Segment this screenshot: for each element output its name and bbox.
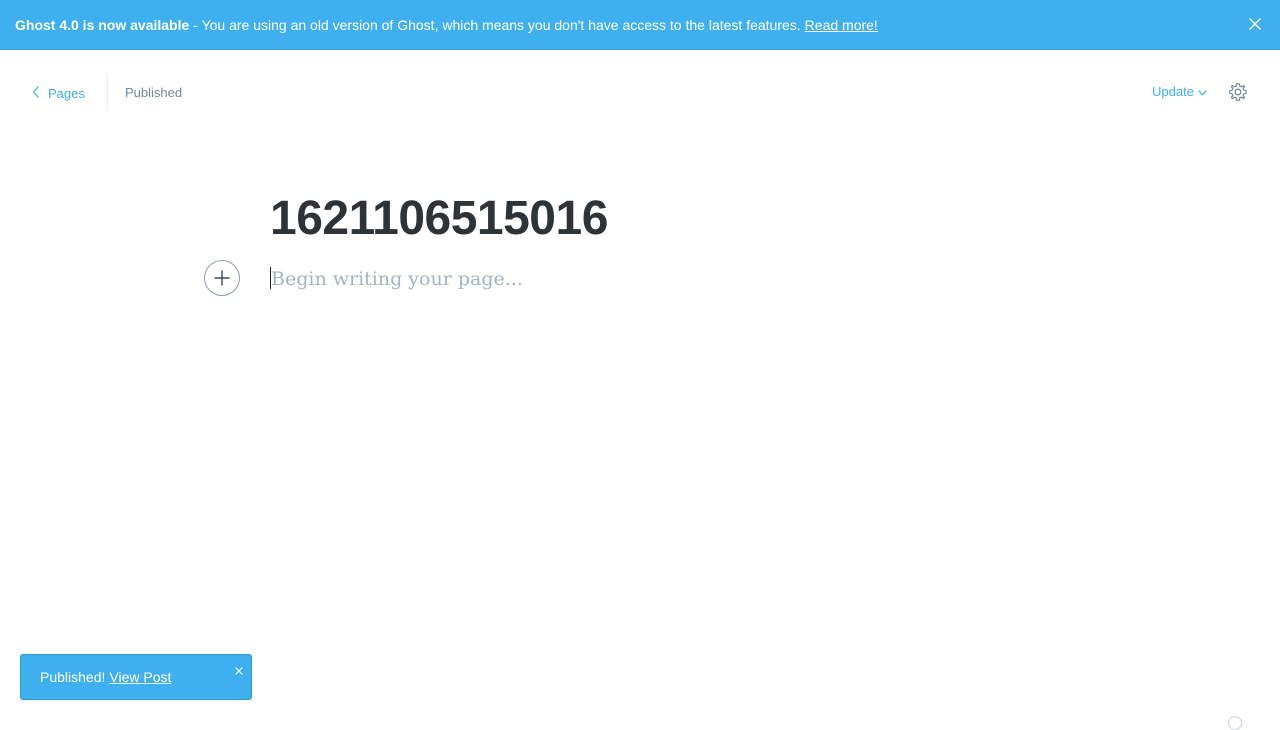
published-toast: Published! View Post: [20, 654, 252, 700]
header-divider: [107, 74, 108, 111]
view-post-link[interactable]: View Post: [109, 669, 171, 685]
read-more-link[interactable]: Read more!: [805, 17, 878, 33]
back-link-label: Pages: [48, 85, 85, 101]
post-title[interactable]: 1621106515016: [270, 190, 608, 248]
chevron-down-icon: [1194, 84, 1207, 99]
plus-icon[interactable]: [204, 260, 240, 296]
banner-title: Ghost 4.0 is now available: [15, 16, 190, 33]
update-button[interactable]: Update: [1152, 84, 1207, 99]
back-to-pages-link[interactable]: Pages: [32, 83, 85, 103]
toast-message: Published!: [40, 669, 106, 685]
gear-icon[interactable]: [1228, 82, 1248, 102]
update-button-label: Update: [1152, 84, 1194, 99]
editor-header: Pages Published Update: [0, 50, 1280, 134]
chevron-left-icon: [32, 85, 48, 101]
banner-message: - You are using an old version of Ghost,…: [193, 16, 801, 33]
upgrade-banner: Ghost 4.0 is now available - You are usi…: [0, 0, 1280, 50]
post-body-editor[interactable]: Begin writing your page...: [271, 265, 523, 293]
close-icon[interactable]: [1248, 17, 1262, 31]
post-status: Published: [125, 85, 183, 100]
close-icon[interactable]: [235, 662, 243, 675]
help-icon[interactable]: [1228, 716, 1242, 730]
